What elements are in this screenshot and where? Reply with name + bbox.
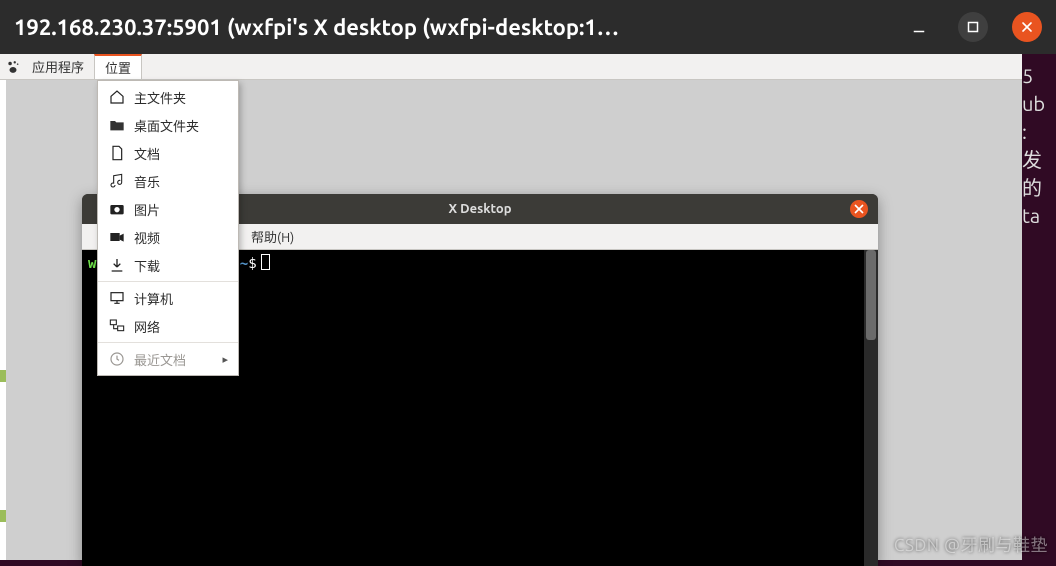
places-home[interactable]: 主文件夹 (98, 83, 238, 111)
rs-line: 发 (1022, 146, 1056, 174)
gnome-foot-icon (4, 54, 22, 79)
places-downloads[interactable]: 下载 (98, 251, 238, 279)
panel-spacer (142, 54, 1026, 79)
menu-item-label: 文档 (134, 144, 160, 163)
places-music[interactable]: 音乐 (98, 167, 238, 195)
menu-item-label: 音乐 (134, 172, 160, 191)
home-icon (108, 88, 126, 106)
chevron-right-icon: ▸ (222, 353, 228, 366)
menu-separator (98, 281, 238, 282)
rs-line: ta (1022, 202, 1056, 230)
menu-item-label: 最近文档 (134, 350, 186, 369)
menubar-item-help[interactable]: 帮助(H) (251, 227, 294, 246)
places-computer[interactable]: 计算机 (98, 284, 238, 312)
rs-line: ub (1022, 90, 1056, 118)
window-close-button[interactable] (1012, 12, 1042, 42)
prompt-path: ~ (240, 256, 248, 272)
rs-line: 的 (1022, 174, 1056, 202)
prompt-symbol: $ (248, 256, 256, 272)
close-icon (1019, 19, 1035, 35)
video-icon (108, 228, 126, 246)
places-recent: 最近文档 ▸ (98, 345, 238, 373)
menu-item-label: 计算机 (134, 289, 173, 308)
desktop-folder-icon (108, 116, 126, 134)
xdesktop-title: X Desktop (449, 202, 512, 216)
gnome-panel: 应用程序 位置 (0, 54, 1056, 80)
panel-places[interactable]: 位置 (94, 54, 142, 79)
computer-icon (108, 289, 126, 307)
menu-item-label: 视频 (134, 228, 160, 247)
watermark: CSDN @牙刷与鞋垫 (894, 531, 1048, 556)
places-desktop-folder[interactable]: 桌面文件夹 (98, 111, 238, 139)
host-terminal-strip: 5 ub : 发 的 ta (1022, 54, 1056, 560)
rs-line: 5 (1022, 62, 1056, 90)
maximize-icon (964, 18, 982, 36)
download-icon (108, 256, 126, 274)
document-icon (108, 144, 126, 162)
places-pictures[interactable]: 图片 (98, 195, 238, 223)
menu-item-label: 图片 (134, 200, 160, 219)
terminal-scrollbar[interactable] (864, 250, 878, 566)
window-minimize-button[interactable] (904, 12, 934, 42)
menu-item-label: 主文件夹 (134, 88, 186, 107)
camera-icon (108, 200, 126, 218)
xdesktop-close-button[interactable] (850, 200, 868, 218)
window-title: 192.168.230.37:5901 (wxfpi's X desktop (… (14, 15, 880, 40)
prompt-user: w (88, 256, 96, 272)
places-network[interactable]: 网络 (98, 312, 238, 340)
menu-item-label: 桌面文件夹 (134, 116, 199, 135)
places-videos[interactable]: 视频 (98, 223, 238, 251)
panel-applications[interactable]: 应用程序 (22, 54, 94, 79)
places-documents[interactable]: 文档 (98, 139, 238, 167)
network-icon (108, 317, 126, 335)
places-menu: 主文件夹 桌面文件夹 文档 音乐 图片 视频 下载 计算机 网络 最近文档 ▸ (97, 80, 239, 376)
minimize-icon (910, 18, 928, 36)
window-titlebar: 192.168.230.37:5901 (wxfpi's X desktop (… (0, 0, 1056, 54)
menu-item-label: 下载 (134, 256, 160, 275)
close-icon (854, 204, 864, 214)
menu-separator (98, 342, 238, 343)
recent-icon (108, 350, 126, 368)
terminal-cursor (261, 254, 270, 270)
menu-item-label: 网络 (134, 317, 160, 336)
rs-line: : (1022, 118, 1056, 146)
music-icon (108, 172, 126, 190)
window-maximize-button[interactable] (958, 12, 988, 42)
